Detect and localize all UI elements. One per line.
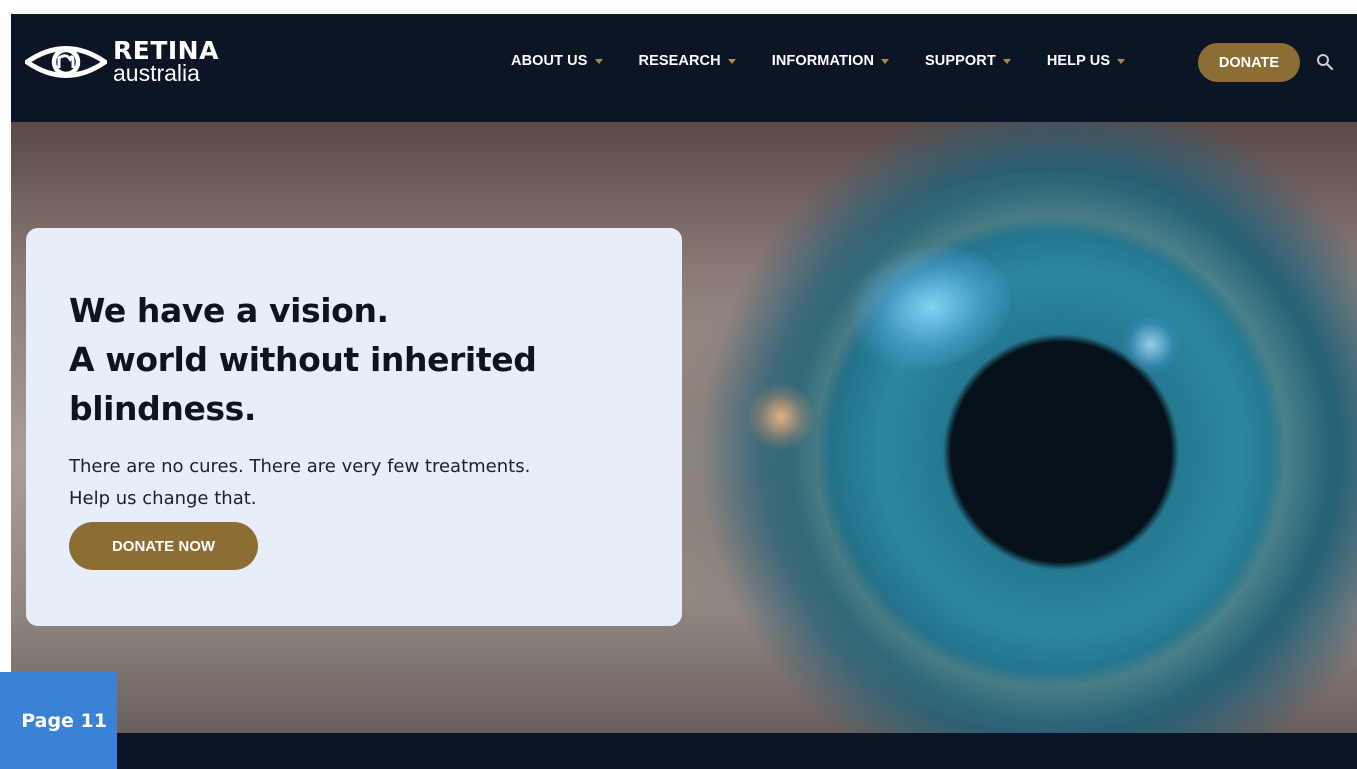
content-bar [11, 733, 1357, 769]
chevron-down-icon [1117, 58, 1126, 64]
hero-banner: We have a vision. A world without inheri… [11, 122, 1357, 733]
chevron-down-icon [881, 58, 890, 64]
nav-item-label: RESEARCH [638, 53, 721, 69]
eye-logo-icon [25, 45, 107, 78]
nav-item-label: SUPPORT [925, 53, 996, 69]
donate-now-button[interactable]: DONATE NOW [69, 522, 258, 570]
eye-image-iris [741, 172, 1357, 732]
hero-headline-line: blindness. [69, 389, 257, 428]
hero-headline-line: We have a vision. [69, 291, 389, 330]
hero-headline: We have a vision. A world without inheri… [69, 286, 629, 433]
hero-headline-line: A world without inherited [69, 340, 537, 379]
hero-card: We have a vision. A world without inheri… [26, 228, 682, 626]
nav-item-support[interactable]: SUPPORT [925, 53, 1011, 69]
main-nav: ABOUT US RESEARCH INFORMATION SUPPORT HE… [511, 48, 1161, 74]
chevron-down-icon [727, 58, 736, 64]
page-number-badge: Page 11 [0, 672, 117, 769]
chevron-down-icon [594, 58, 603, 64]
chevron-down-icon [1002, 58, 1011, 64]
hero-subtext: There are no cures. There are very few t… [69, 451, 649, 515]
hero-subtext-line: Help us change that. [69, 488, 257, 509]
eye-image-reflection [746, 382, 816, 452]
nav-item-information[interactable]: INFORMATION [771, 53, 890, 69]
nav-item-research[interactable]: RESEARCH [639, 53, 736, 69]
donate-button[interactable]: DONATE [1198, 43, 1300, 82]
brand-name-bottom: australia [113, 60, 200, 86]
eye-image-reflection [1121, 317, 1181, 372]
search-icon[interactable] [1316, 53, 1334, 71]
hero-subtext-line: There are no cures. There are very few t… [69, 456, 531, 477]
website-frame: RETINA australia ABOUT US RESEARCH INFOR… [11, 14, 1357, 769]
nav-item-label: HELP US [1046, 53, 1111, 69]
brand-name: RETINA australia [113, 38, 219, 85]
site-header: RETINA australia ABOUT US RESEARCH INFOR… [11, 14, 1357, 122]
nav-item-label: INFORMATION [771, 53, 875, 69]
nav-item-help-us[interactable]: HELP US [1046, 53, 1126, 69]
nav-item-about-us[interactable]: ABOUT US [511, 53, 603, 69]
brand-logo[interactable]: RETINA australia [25, 38, 219, 85]
nav-item-label: ABOUT US [511, 53, 588, 69]
